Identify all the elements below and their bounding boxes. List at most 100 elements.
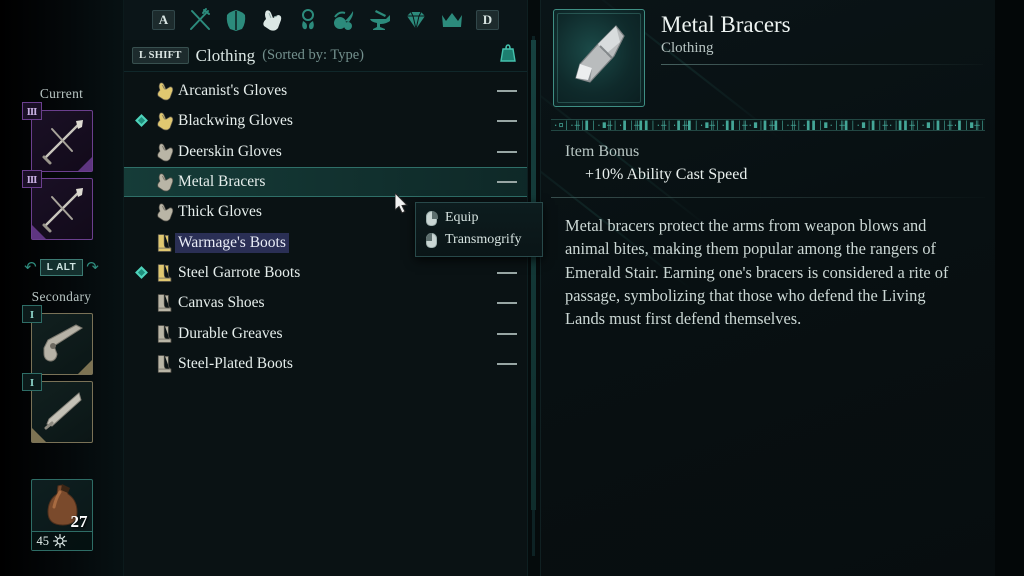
gem-icon [406,11,425,30]
gloves-icon [152,201,178,223]
swap-arrow-left-icon: ↶ [24,260,37,276]
primary-weapon-slot-2[interactable]: III [21,170,93,240]
item-row[interactable]: Durable Greaves [124,318,527,348]
item-bonus-block: Item Bonus +10% Ability Cast Speed [541,131,995,184]
left-mouse-button-icon [426,210,438,226]
category-crafting[interactable] [363,5,397,35]
swap-keybind-label: L ALT [39,259,84,276]
resource-sparkle-icon [53,534,67,548]
gloves-icon [152,110,178,132]
context-menu-item-equip[interactable]: Equip [416,207,542,229]
panel-divider [528,0,540,576]
boots-icon [152,262,178,284]
title-rule [661,64,983,66]
consumable-value: 45 [36,533,50,548]
secondary-slot-1-tier-badge: I [21,305,42,323]
item-row[interactable]: Steel Garrote Boots [124,258,527,288]
equipment-rail: Current III III ↶ L ALT ↷ Secondary I I … [0,0,124,576]
primary-weapon-slot-1[interactable]: III [21,102,93,172]
list-header: L SHIFT Clothing (Sorted by: Type) [124,40,527,72]
equipped-marker [130,264,152,282]
item-weight-dash [497,362,517,365]
prev-category-key-label: A [151,10,176,30]
secondary-weapon-slot-2[interactable]: I [21,373,93,443]
category-gems[interactable] [399,5,433,35]
anvil-icon [369,10,390,30]
primary-slot-2-corner [31,225,46,239]
boots-icon [152,353,178,375]
crown-icon [441,13,462,27]
item-description: Metal bracers protect the arms from weap… [565,216,949,329]
loadout-swap-control[interactable]: ↶ L ALT ↷ [0,258,123,277]
category-jewelry[interactable] [291,5,325,35]
primary-slot-2-tier-badge: III [21,170,42,188]
category-armor[interactable] [219,5,253,35]
item-row[interactable]: Blackwing Gloves [124,106,527,136]
item-row[interactable]: Steel-Plated Boots [124,349,527,379]
prev-category-key[interactable]: A [147,5,181,35]
crossed-weapons-icon [189,8,210,30]
primary-slot-1-tier-badge: III [21,102,42,120]
amulet-icon [301,9,314,30]
list-scrollbar-thumb[interactable] [531,40,536,510]
item-row[interactable]: Canvas Shoes [124,288,527,318]
item-row[interactable]: Metal Bracers [124,166,527,198]
next-category-key[interactable]: D [471,5,505,35]
item-name: Thick Gloves [178,203,262,221]
right-mouse-button-icon [426,232,437,248]
consumable-slot[interactable]: 27 45 [30,479,93,551]
item-row[interactable]: Arcanist's Gloves [124,76,527,106]
item-weight-dash [497,332,517,335]
item-bonus-value: +10% Ability Cast Speed [585,166,748,183]
context-menu-item-transmogrify[interactable]: Transmogrify [416,229,542,251]
item-row[interactable]: Deerskin Gloves [124,137,527,167]
gloves-icon [262,10,281,31]
swap-arrow-right-icon: ↷ [86,260,99,276]
consumable-value-bar: 45 [31,531,92,550]
gloves-icon [152,80,178,102]
consumable-count: 27 [70,512,88,531]
item-bonus-label: Item Bonus [565,143,640,160]
item-weight-dash [497,120,517,123]
secondary-weapon-slot-1[interactable]: I [21,305,93,375]
boots-icon [152,292,178,314]
secondary-slot-2-tier-badge: I [21,373,42,391]
item-name: Steel Garrote Boots [178,263,301,281]
gloves-icon [152,171,178,193]
boots-icon [152,323,178,345]
context-menu-equip-label: Equip [445,210,479,225]
item-detail-inner: Metal Bracers Clothing ·¤│·╫│▌│·∎╫│·▌│╫▌… [541,0,996,576]
item-name: Arcanist's Gloves [178,82,288,100]
inventory-screen: Current III III ↶ L ALT ↷ Secondary I I … [0,0,1024,576]
item-weight-dash [497,271,517,274]
secondary-loadout-label: Secondary [31,289,92,304]
secondary-slot-1-corner [77,360,92,374]
category-cosmetics[interactable] [435,5,469,35]
item-detail-header: Metal Bracers Clothing [541,0,995,107]
item-name: Metal Bracers [178,173,266,191]
item-weight-dash [497,150,517,153]
context-menu: Equip Transmogrify [415,202,543,257]
secondary-slot-2-corner [31,428,46,442]
category-weapons[interactable] [183,5,217,35]
category-clothing[interactable] [255,5,289,35]
rune-glyph-strip: ·¤│·╫│▌│·∎╫│·▌│╫▌▌│·╫│·▌╫▌│·∎╫│·▌▌│╫·∎│▌… [553,121,985,131]
right-gutter [995,0,1024,576]
current-loadout-label: Current [39,86,84,101]
chest-armor-icon [226,10,245,31]
item-thumbnail [553,9,645,107]
gloves-icon [152,141,178,163]
equipped-diamond-icon [134,114,148,128]
weight-scale-icon [499,43,517,68]
item-name: Canvas Shoes [178,294,265,312]
item-name: Durable Greaves [178,324,283,342]
item-weight-dash [497,302,517,305]
item-name: Deerskin Gloves [178,142,282,160]
equipped-marker [130,112,152,130]
item-name: Blackwing Gloves [178,112,293,130]
metal-bracer-item-icon [575,25,625,83]
item-weight-dash [497,181,517,184]
category-consumables[interactable] [327,5,361,35]
sort-keybind-label[interactable]: L SHIFT [132,47,189,64]
item-detail-type: Clothing [661,40,714,57]
